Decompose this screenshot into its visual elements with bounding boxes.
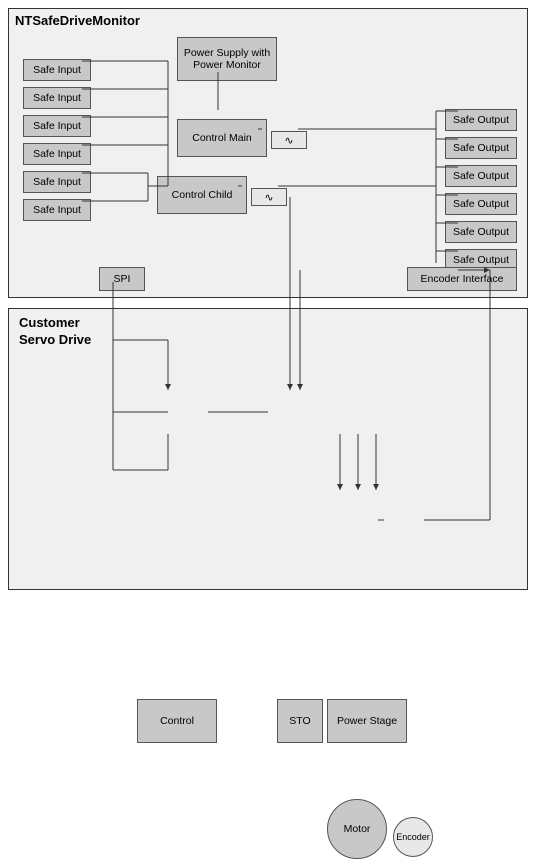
safe-output-3: Safe Output <box>445 165 517 187</box>
safe-input-5: Safe Input <box>23 171 91 193</box>
customer-box: CustomerServo Drive Control STO Power St… <box>8 308 528 590</box>
power-stage-block: Power Stage <box>327 699 407 743</box>
spi-block: SPI <box>99 267 145 291</box>
sto-block: STO <box>277 699 323 743</box>
power-supply-block: Power Supply with Power Monitor <box>177 37 277 81</box>
safe-input-1: Safe Input <box>23 59 91 81</box>
customer-title: CustomerServo Drive <box>19 315 91 349</box>
safe-output-4: Safe Output <box>445 193 517 215</box>
control-child-block: Control Child <box>157 176 247 214</box>
wave-child-symbol: ∿ <box>264 191 273 204</box>
nt-monitor-box: NTSafeDriveMonitor Safe Input Safe Input… <box>8 8 528 298</box>
safe-output-5: Safe Output <box>445 221 517 243</box>
wave-main-symbol: ∿ <box>284 134 293 147</box>
safe-output-1: Safe Output <box>445 109 517 131</box>
nt-monitor-title: NTSafeDriveMonitor <box>15 13 140 28</box>
safe-input-4: Safe Input <box>23 143 91 165</box>
encoder-interface-block: Encoder Interface <box>407 267 517 291</box>
motor-circle: Motor <box>327 799 387 859</box>
wave-main: ∿ <box>271 131 307 149</box>
safe-input-6: Safe Input <box>23 199 91 221</box>
encoder-circle: Encoder <box>393 817 433 857</box>
safe-input-3: Safe Input <box>23 115 91 137</box>
control-block: Control <box>137 699 217 743</box>
safe-output-2: Safe Output <box>445 137 517 159</box>
wave-child: ∿ <box>251 188 287 206</box>
diagram-container: NTSafeDriveMonitor Safe Input Safe Input… <box>0 0 549 600</box>
control-main-block: Control Main <box>177 119 267 157</box>
safe-input-2: Safe Input <box>23 87 91 109</box>
